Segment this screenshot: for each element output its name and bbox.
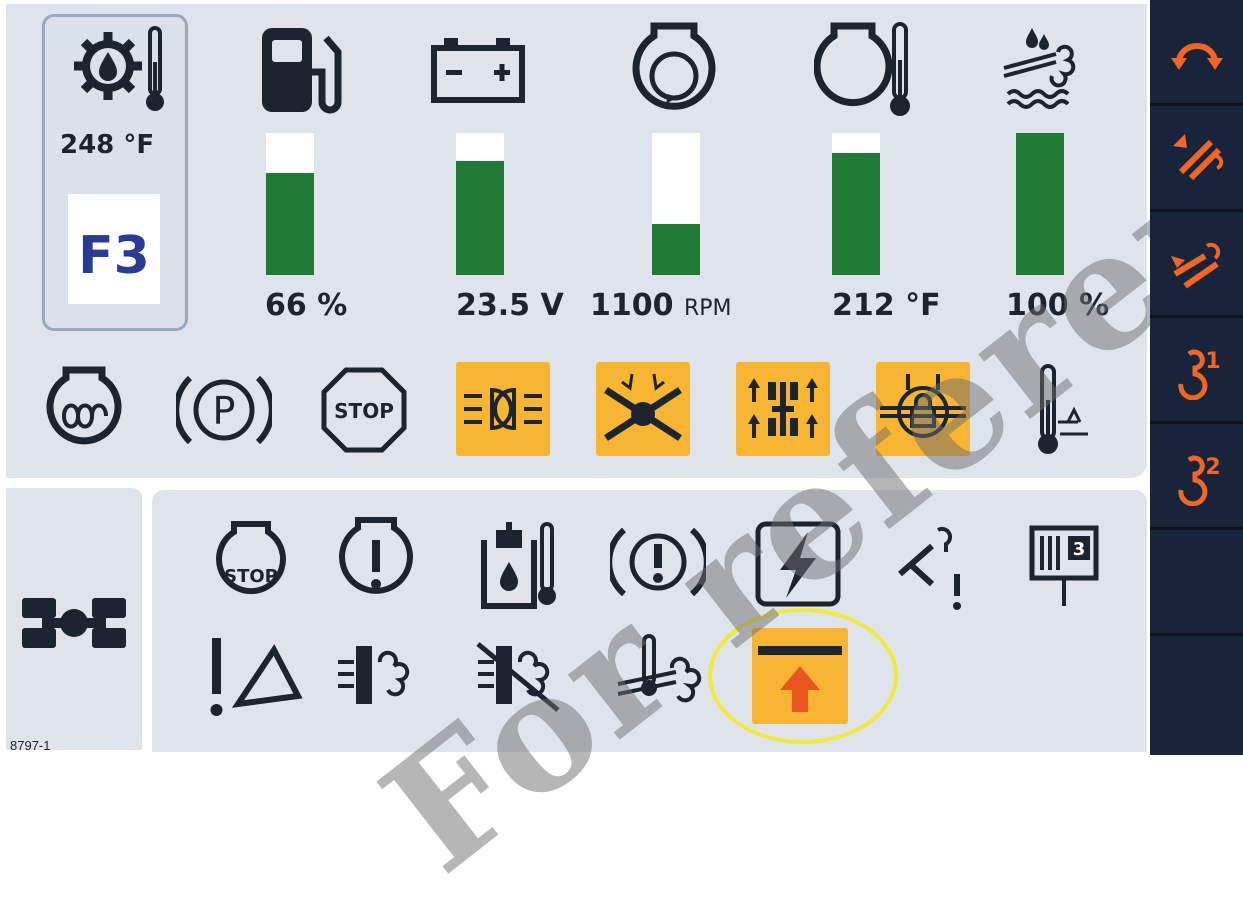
engine-rpm-unit: RPM: [683, 296, 732, 321]
transmission-oil-temp-icon: [74, 26, 164, 111]
engine-rpm-readout: 1100 RPM: [590, 288, 732, 323]
def-fluid-icon: [1003, 28, 1076, 109]
engine-coolant-temp-icon: [814, 22, 910, 116]
exhaust-filter-icon: [338, 646, 410, 704]
coolant-temp-bar: [832, 133, 880, 275]
battery-voltage-bar: [456, 133, 504, 275]
engine-stop-icon: STOP: [216, 521, 286, 595]
fuel-level-bar: [266, 133, 314, 275]
engine-warning-icon: [339, 517, 413, 594]
hook-1-icon: 1: [1177, 349, 1220, 400]
differential-lock-off-icon: [604, 373, 682, 441]
sidebar-empty-slot-1[interactable]: [1150, 530, 1243, 636]
brake-warning-icon: [610, 527, 706, 597]
hook-2-label: 2: [1205, 455, 1220, 480]
def-level-bar: [1016, 133, 1064, 275]
engine-rpm-value: 1100: [590, 288, 674, 323]
hook-2-icon: 2: [1177, 455, 1220, 506]
svg-text:STOP: STOP: [334, 399, 394, 423]
svg-text:STOP: STOP: [224, 566, 278, 587]
fuel-pump-icon: [262, 28, 342, 114]
fuel-level-value: 66 %: [265, 288, 348, 323]
glow-plug-icon: [46, 366, 122, 445]
hook-1-button[interactable]: 1: [1150, 318, 1243, 424]
implement-warning-icon: [898, 526, 961, 610]
engine-rpm-icon: [632, 22, 716, 110]
def-level-value: 100 %: [1006, 288, 1110, 323]
boom-warning-icon: [210, 638, 303, 716]
sidebar-empty-slot-2[interactable]: [1150, 636, 1243, 755]
parking-brake-icon: P: [176, 375, 272, 445]
boom-extend-icon: [1172, 133, 1223, 180]
highlight-circle: [708, 608, 898, 744]
engine-rpm-bar: [652, 133, 700, 275]
transmission-oil-temp-value: 248 °F: [60, 130, 155, 160]
display-screen: 248 °F F3 66 % 23.5 V 1100 RPM 212 °F 10…: [0, 0, 1243, 908]
exhaust-temp-icon: [617, 634, 702, 703]
battery-voltage-value: 23.5 V: [456, 288, 564, 323]
battery-icon: [431, 38, 525, 103]
ambient-temp-icon: [1038, 364, 1088, 454]
hydraulic-oil-temp-icon: [481, 522, 556, 609]
boom-extend-button[interactable]: [1150, 106, 1243, 212]
stop-icon: STOP: [321, 367, 407, 453]
gear-indicator: F3: [78, 226, 150, 286]
work-lights-icon: [464, 387, 542, 431]
all-wheel-steer-icon: [748, 378, 818, 438]
swing-button[interactable]: [1150, 0, 1243, 106]
winch-layer-icon: 3: [1029, 525, 1099, 606]
svg-text:3: 3: [1073, 539, 1086, 560]
electrical-fault-icon: [755, 521, 841, 607]
exhaust-filter-off-icon: [476, 642, 560, 712]
boom-retract-button[interactable]: [1150, 212, 1243, 318]
hook-2-button[interactable]: 2: [1150, 424, 1243, 530]
coolant-temp-value: 212 °F: [832, 288, 941, 323]
machine-status-icon[interactable]: [22, 594, 126, 654]
swing-icon: [1170, 42, 1223, 70]
svg-text:P: P: [213, 389, 236, 433]
hook-1-label: 1: [1205, 349, 1220, 374]
boom-retract-icon: [1170, 242, 1220, 288]
differential-lock-icon: [880, 374, 966, 438]
figure-id: 8797-1: [10, 738, 51, 753]
